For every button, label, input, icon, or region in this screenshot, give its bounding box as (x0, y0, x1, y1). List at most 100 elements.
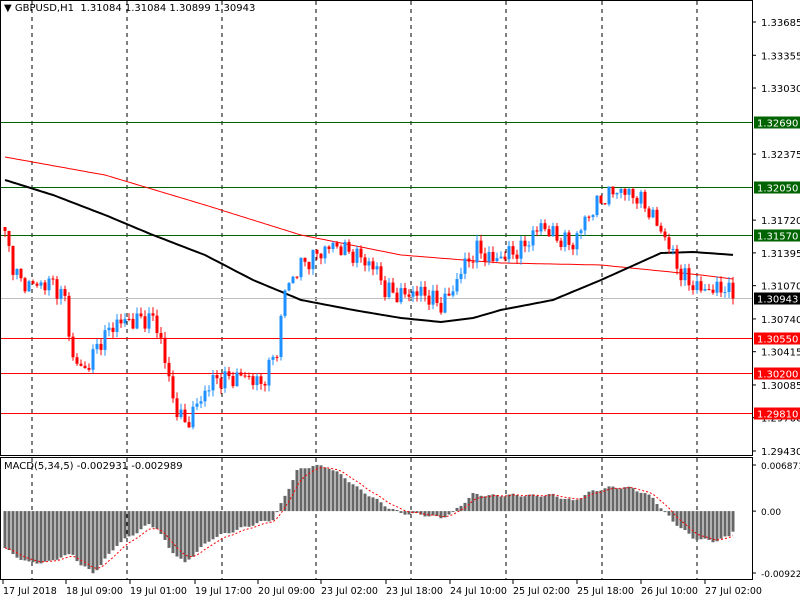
macd-histogram-bar (103, 511, 107, 559)
moving-average-fast (4, 179, 734, 324)
candle-body (383, 280, 387, 298)
macd-histogram-bar (327, 468, 331, 512)
macd-histogram-bar (203, 511, 207, 544)
candle-body (219, 378, 223, 389)
candle-body (87, 368, 91, 370)
macd-histogram-bar (31, 511, 35, 563)
candle-body (43, 282, 47, 291)
candle-body (699, 281, 703, 291)
time-tick-label: 24 Jul 10:00 (450, 586, 507, 597)
macd-histogram-bar (527, 494, 531, 512)
candle-body (275, 356, 279, 358)
candle-body (455, 279, 459, 292)
candle-body (31, 281, 35, 284)
candle-body (215, 375, 219, 379)
candle-body (543, 223, 547, 230)
high-value: 1.31084 (124, 3, 167, 14)
macd-histogram-bar (631, 488, 635, 512)
macd-histogram-bar (235, 511, 239, 530)
macd-histogram-bar (303, 468, 307, 512)
candle-body (427, 295, 431, 305)
macd-histogram-bar (79, 511, 83, 566)
level-price-label: 1.31570 (757, 232, 798, 243)
time-tick-label: 19 Jul 17:00 (195, 586, 252, 597)
macd-histogram-bar (451, 511, 455, 513)
candle-body (487, 251, 491, 262)
macd-histogram-bar (667, 511, 671, 516)
candle-body (163, 337, 167, 363)
candle-body (595, 195, 599, 216)
macd-histogram-bar (523, 496, 527, 512)
candle-body (99, 343, 103, 350)
candle-body (231, 376, 235, 387)
macd-histogram-bar (255, 511, 259, 524)
candle-body (615, 192, 619, 195)
price-tick-label: 1.33355 (761, 51, 800, 62)
macd-histogram-bar (543, 495, 547, 512)
candle-body (195, 403, 199, 407)
candle-body (283, 290, 287, 316)
time-tick-label: 18 Jul 09:00 (66, 586, 123, 597)
candle-body (519, 240, 523, 259)
candle-body (579, 230, 583, 234)
candle-body (107, 327, 111, 331)
candle-body (539, 223, 543, 232)
macd-histogram-bar (723, 511, 727, 537)
price-chart[interactable]: 1.33685 1.33355 1.33030 1.32375 1.31720 1.313… (0, 0, 800, 600)
candle-body (19, 268, 23, 279)
macd-tick-label: 0.006871 (761, 462, 800, 472)
candle-body (731, 282, 735, 299)
macd-histogram-bar (251, 511, 255, 526)
dropdown-triangle-icon[interactable]: ▼ (4, 3, 12, 14)
candle-body (347, 241, 351, 252)
macd-histogram-bar (567, 498, 571, 512)
candle-body (7, 231, 11, 247)
macd-histogram-bar (75, 511, 79, 562)
candle-body (343, 241, 347, 255)
macd-histogram-bar (559, 498, 563, 512)
macd-histogram-bar (727, 511, 731, 537)
macd-histogram-bar (731, 511, 735, 532)
candle-body (439, 302, 443, 313)
candle-body (191, 406, 195, 428)
candle-body (23, 278, 27, 292)
macd-histogram-bar (311, 466, 315, 512)
macd-histogram-bar (91, 511, 95, 574)
candle-body (71, 336, 75, 358)
candle-body (303, 257, 307, 262)
macd-histogram-bar (659, 508, 663, 512)
macd-histogram-bar (575, 499, 579, 512)
candle-body (495, 258, 499, 262)
candle-body (531, 230, 535, 246)
candle-body (235, 372, 239, 387)
price-tick-label: 1.32375 (761, 150, 800, 161)
candle-body (395, 292, 399, 303)
macd-histogram-bar (459, 505, 463, 512)
macd-histogram-bar (447, 511, 451, 515)
macd-histogram-bar (275, 511, 279, 513)
macd-histogram-bar (479, 495, 483, 512)
macd-label: MACD(5,34,5) (4, 461, 74, 472)
candle-body (635, 197, 639, 204)
macd-tick-label: -0.009224 (761, 570, 800, 580)
macd-histogram-bar (51, 511, 55, 561)
macd-histogram-bar (123, 511, 127, 539)
macd-histogram-bar (55, 511, 59, 560)
candle-body (183, 409, 187, 423)
macd-histogram-bar (39, 511, 43, 564)
candle-body (387, 282, 391, 298)
macd-histogram-bar (35, 511, 39, 564)
candle-body (151, 313, 155, 316)
candle-body (503, 256, 507, 260)
macd-histogram-bar (387, 508, 391, 512)
macd-histogram-bar (619, 488, 623, 512)
candle-body (711, 289, 715, 293)
candle-body (571, 244, 575, 250)
candle-body (115, 319, 119, 332)
candle-body (295, 276, 299, 278)
candle-body (199, 401, 203, 404)
macd-histogram-bar (19, 511, 23, 560)
macd-histogram-bar (699, 511, 703, 540)
price-tick-label: 1.31720 (761, 216, 800, 227)
macd-histogram-bar (95, 511, 99, 571)
